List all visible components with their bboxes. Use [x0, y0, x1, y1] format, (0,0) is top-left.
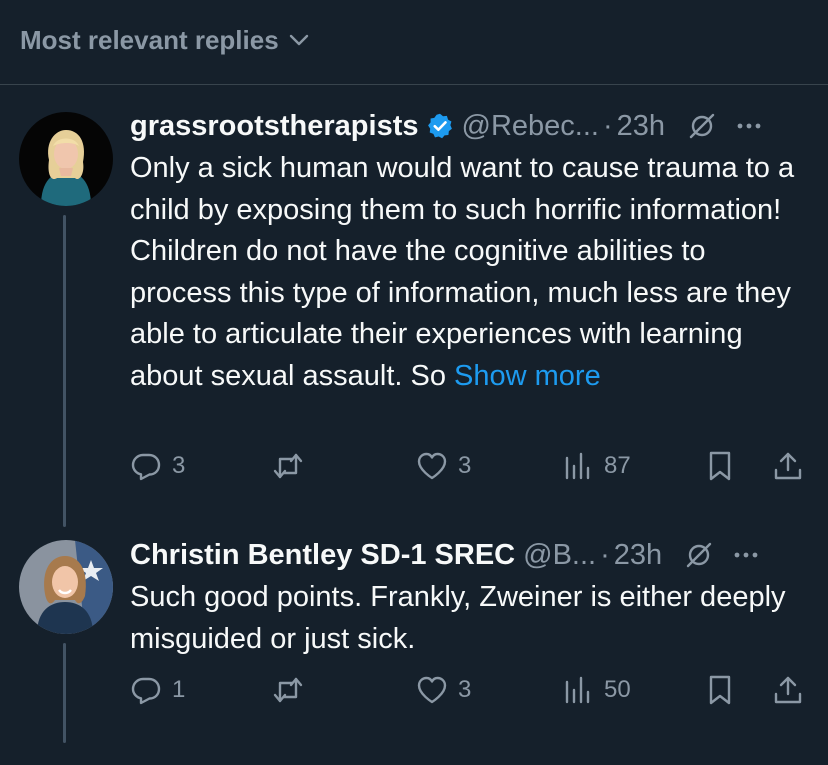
replies-page: Most relevant replies grassrootstherapis… — [0, 0, 828, 765]
action-bar: 1 3 50 — [130, 674, 810, 714]
timestamp[interactable]: 23h — [614, 539, 662, 572]
like-button[interactable]: 3 — [416, 674, 471, 706]
reply-2[interactable]: Christin Bentley SD-1 SREC @B... · 23h S… — [0, 0, 828, 765]
author-name[interactable]: Christin Bentley SD-1 SREC — [130, 539, 515, 572]
heart-icon — [417, 676, 447, 704]
repost-icon — [273, 677, 303, 703]
grok-icon[interactable] — [684, 540, 714, 570]
bookmark-button[interactable] — [704, 674, 736, 706]
reply-icon — [131, 677, 161, 705]
separator-dot: · — [600, 538, 610, 571]
reply-button[interactable]: 1 — [130, 674, 185, 706]
reply-count: 1 — [172, 676, 186, 703]
more-icon[interactable] — [732, 541, 760, 569]
reply-text: Such good points. Frankly, Zweiner is ei… — [130, 577, 810, 660]
view-count: 50 — [604, 676, 631, 703]
thread-line — [63, 643, 66, 743]
share-icon — [774, 676, 802, 704]
reply-body: Such good points. Frankly, Zweiner is ei… — [130, 581, 786, 655]
repost-button[interactable] — [272, 674, 314, 706]
author-handle[interactable]: @B... — [523, 539, 596, 572]
bookmark-icon — [709, 675, 731, 705]
reply-content: Christin Bentley SD-1 SREC @B... · 23h S… — [130, 537, 810, 660]
views-button[interactable]: 50 — [562, 674, 631, 706]
avatar-christin-bentley[interactable] — [19, 540, 113, 634]
share-button[interactable] — [772, 674, 804, 706]
avatar-image — [19, 540, 113, 634]
views-icon — [565, 676, 590, 704]
reply-header: Christin Bentley SD-1 SREC @B... · 23h — [130, 537, 810, 573]
like-count: 3 — [458, 676, 472, 703]
